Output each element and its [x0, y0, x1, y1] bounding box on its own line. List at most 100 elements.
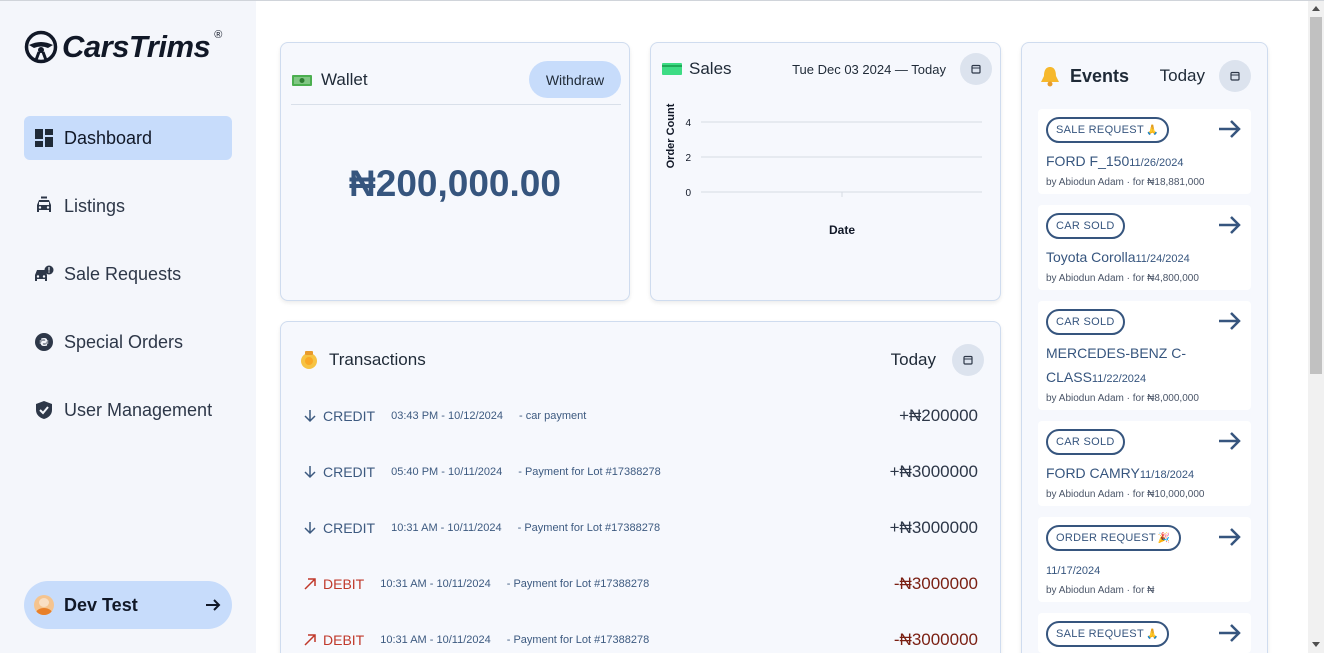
event-title: 11/17/2024: [1046, 565, 1101, 577]
event-item[interactable]: ORDER REQUEST 🎉 11/17/2024 by Abiodun Ada…: [1038, 517, 1251, 602]
event-emoji: 🙏: [1145, 628, 1159, 640]
event-meta: by Abiodun Adam · for ₦: [1046, 585, 1155, 596]
transaction-type: DEBIT: [323, 576, 365, 592]
calendar-button[interactable]: [1219, 60, 1251, 92]
transaction-amount: -₦3000000: [893, 630, 978, 649]
steering-wheel-icon: [24, 30, 58, 64]
page-scrollbar[interactable]: [1308, 1, 1324, 653]
arrow-right-icon[interactable]: [1217, 117, 1243, 141]
arrow-right-icon[interactable]: [1217, 309, 1243, 333]
sidebar-item-listings[interactable]: Listings: [24, 184, 232, 228]
arrow-right-icon[interactable]: [1217, 213, 1243, 237]
events-period: Today: [1159, 66, 1205, 85]
transaction-description: - Payment for Lot #17388278: [517, 522, 661, 534]
money-icon: [292, 74, 312, 86]
sales-chart: 0 2 4 Order Count Date: [665, 103, 982, 237]
transactions-header: Transactions Today: [299, 344, 984, 376]
event-badge: CAR SOLD: [1046, 309, 1125, 335]
transactions-title: Transactions: [329, 350, 426, 369]
event-meta: by Abiodun Adam · for ₦10,000,000: [1046, 489, 1205, 500]
transaction-row[interactable]: DEBIT 10:31 AM - 10/11/2024 - Payment fo…: [303, 569, 978, 599]
sidebar-item-label: Special Orders: [64, 331, 184, 352]
transaction-type: CREDIT: [323, 520, 376, 536]
calendar-icon: [971, 64, 981, 74]
event-emoji: 🎉: [1157, 532, 1171, 544]
event-meta: by Abiodun Adam · for ₦4,800,000: [1046, 273, 1199, 284]
event-item[interactable]: CAR SOLD FORD CAMRY11/18/2024 by Abiodun…: [1038, 421, 1251, 506]
calendar-button[interactable]: [952, 344, 984, 376]
user-profile-button[interactable]: Dev Test: [24, 581, 232, 629]
scrollbar-thumb[interactable]: [1310, 17, 1322, 374]
arrow-down-icon: [304, 410, 316, 423]
sidebar: CarsTrims ® Dashboard Listings Sale Requ…: [0, 1, 256, 653]
event-title: MERCEDES-BENZ C-CLASS11/22/2024: [1046, 345, 1187, 385]
transaction-description: - car payment: [519, 410, 587, 422]
arrow-up-right-icon: [304, 634, 316, 646]
event-badge: SALE REQUEST 🙏: [1046, 117, 1169, 143]
event-title: Toyota Corolla11/24/2024: [1046, 249, 1190, 265]
transaction-type: CREDIT: [323, 464, 376, 480]
cash-icon: [662, 63, 682, 75]
event-title: FORD CAMRY11/18/2024: [1046, 465, 1195, 481]
event-item[interactable]: SALE REQUEST 🙏: [1038, 613, 1251, 653]
event-badge: CAR SOLD: [1046, 429, 1125, 455]
calendar-icon: [1230, 71, 1240, 81]
sidebar-item-label: Sale Requests: [64, 263, 182, 284]
transaction-time: 10:31 AM - 10/11/2024: [391, 522, 502, 534]
transaction-amount: +₦200000: [899, 406, 978, 425]
currency-exchange-icon: ₴: [35, 333, 53, 351]
sidebar-item-special-orders[interactable]: ₴ Special Orders: [24, 320, 232, 364]
x-axis-label: Date: [829, 223, 855, 237]
sidebar-item-user-management[interactable]: User Management: [24, 388, 232, 432]
arrow-right-icon[interactable]: [1217, 429, 1243, 453]
transaction-row[interactable]: DEBIT 10:31 AM - 10/11/2024 - Payment fo…: [303, 625, 978, 653]
wallet-card: Wallet Withdraw ₦200,000.00: [280, 42, 630, 301]
scroll-down-arrow[interactable]: [1312, 642, 1320, 647]
event-item[interactable]: SALE REQUEST 🙏 FORD F_15011/26/2024 by Ab…: [1038, 109, 1251, 194]
wallet-header: Wallet Withdraw: [291, 55, 621, 105]
transaction-description: - Payment for Lot #17388278: [506, 578, 650, 590]
transaction-amount: +₦3000000: [889, 462, 978, 481]
calendar-icon: [963, 355, 973, 365]
transaction-type: CREDIT: [323, 408, 376, 424]
bell-icon: [1041, 67, 1059, 87]
event-emoji: 🙏: [1145, 124, 1159, 136]
transaction-amount: -₦3000000: [893, 574, 978, 593]
wallet-balance: ₦200,000.00: [349, 163, 561, 204]
calendar-button[interactable]: [960, 53, 992, 85]
event-meta: by Abiodun Adam · for ₦18,881,000: [1046, 177, 1205, 188]
transaction-time: 10:31 AM - 10/11/2024: [380, 634, 491, 646]
sidebar-item-label: Listings: [64, 195, 126, 216]
arrow-right-icon[interactable]: [1217, 525, 1243, 549]
arrow-down-icon: [304, 466, 316, 479]
events-card: Events Today SALE REQUEST 🙏 FORD F_15011/…: [1021, 42, 1268, 653]
transaction-time: 10:31 AM - 10/11/2024: [380, 578, 491, 590]
transaction-row[interactable]: CREDIT 05:40 PM - 10/11/2024 - Payment f…: [303, 457, 978, 487]
sidebar-item-label: Dashboard: [64, 127, 153, 148]
user-name: Dev Test: [64, 594, 138, 615]
sidebar-item-sale-requests[interactable]: Sale Requests: [24, 252, 232, 296]
transactions-period: Today: [890, 350, 936, 369]
coin-bag-icon: [301, 351, 317, 369]
event-meta: by Abiodun Adam · for ₦8,000,000: [1046, 393, 1199, 404]
scroll-up-arrow[interactable]: [1312, 6, 1320, 11]
withdraw-button[interactable]: Withdraw: [529, 61, 621, 98]
transaction-row[interactable]: CREDIT 10:31 AM - 10/11/2024 - Payment f…: [303, 513, 978, 543]
sidebar-item-dashboard[interactable]: Dashboard: [24, 116, 232, 160]
dashboard-icon: [35, 129, 53, 147]
sales-header: Sales Tue Dec 03 2024 — Today: [661, 53, 992, 85]
event-badge: CAR SOLD: [1046, 213, 1125, 239]
sales-title: Sales: [689, 59, 732, 78]
transaction-description: - Payment for Lot #17388278: [518, 466, 661, 478]
transaction-time: 03:43 PM - 10/12/2024: [391, 410, 504, 422]
event-item[interactable]: CAR SOLD Toyota Corolla11/24/2024 by Abi…: [1038, 205, 1251, 290]
y-tick-label: 2: [685, 153, 691, 164]
arrow-down-icon: [304, 522, 316, 535]
transaction-row[interactable]: CREDIT 03:43 PM - 10/12/2024 - car payme…: [303, 401, 978, 431]
arrow-right-icon[interactable]: [1217, 621, 1243, 645]
event-title: FORD F_15011/26/2024: [1046, 153, 1184, 169]
brand-logo[interactable]: CarsTrims ®: [24, 29, 222, 65]
event-item[interactable]: CAR SOLD MERCEDES-BENZ C-CLASS11/22/2024…: [1038, 301, 1251, 410]
registered-mark: ®: [214, 29, 223, 41]
event-badge: ORDER REQUEST 🎉: [1046, 525, 1181, 551]
